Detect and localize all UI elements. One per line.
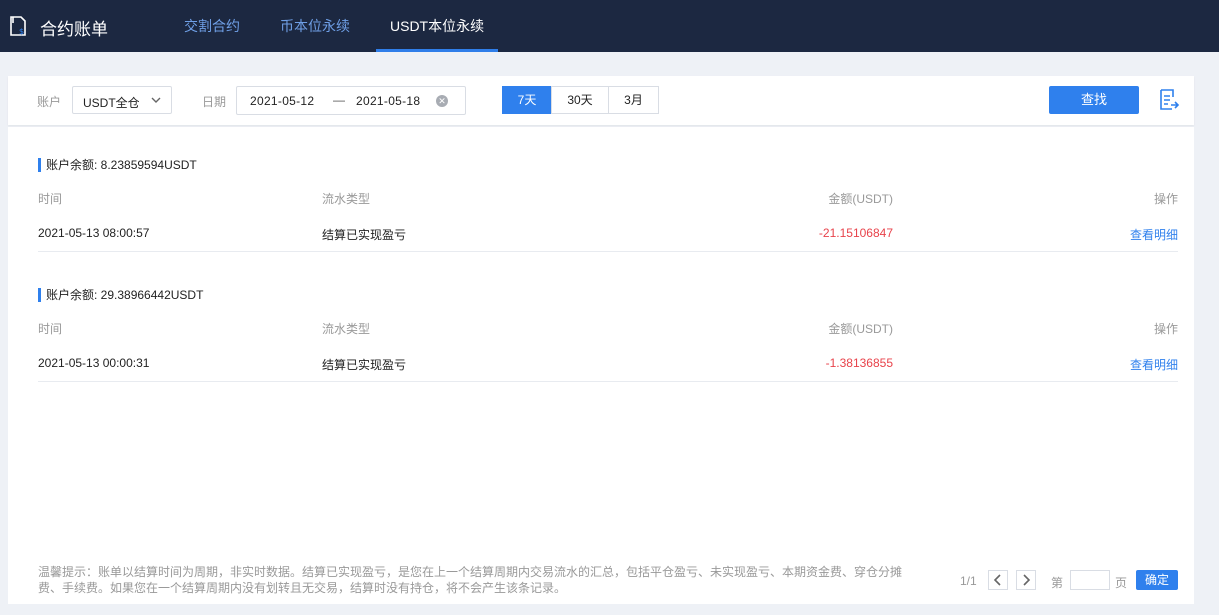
account-select-value: USDT全仓 [83,96,139,110]
row-divider [38,251,1178,252]
account-select[interactable]: USDT全仓 [72,86,172,114]
column-type: 流水类型 [322,192,371,206]
date-end[interactable]: 2021-05-18 [356,94,420,108]
brand: $ 合约账单 [8,14,108,40]
column-time: 时间 [38,192,63,206]
column-type: 流水类型 [322,322,371,336]
next-page-button[interactable] [1016,570,1036,590]
bill-list-panel: 账户余额: 8.23859594USDT 时间 流水类型 金额(USDT) 操作… [8,127,1194,604]
confirm-page-button[interactable]: 确定 [1136,570,1178,590]
date-range-picker[interactable]: 2021-05-12 — 2021-05-18 ✕ [236,86,466,115]
footer-note: 温馨提示：账单以结算时间为周期，非实时数据。结算已实现盈亏，是您在上一个结算周期… [38,565,903,595]
date-separator: — [333,93,345,107]
column-action: 操作 [1153,192,1178,206]
row-time: 2021-05-13 08:00:57 [38,226,150,240]
row-divider [38,381,1178,382]
account-balance: 账户余额: 8.23859594USDT [38,158,197,172]
page-info: 1/1 [960,574,977,588]
chevron-left-icon [993,574,1001,586]
tab-coin-margined-perpetual[interactable]: 币本位永续 [260,0,370,52]
column-time: 时间 [38,322,63,336]
account-label: 账户 [37,95,62,109]
range-30d-button[interactable]: 30天 [551,86,609,114]
nav-tabs: 交割合约 币本位永续 USDT本位永续 [164,0,504,52]
clear-icon[interactable]: ✕ [436,95,448,107]
prev-page-button[interactable] [988,570,1008,590]
row-type: 结算已实现盈亏 [322,358,407,372]
view-detail-link[interactable]: 查看明细 [1078,356,1178,373]
column-amount: 金额(USDT) [828,192,893,206]
svg-text:$: $ [19,27,24,36]
bill-icon: $ [8,15,28,39]
tab-delivery-contract[interactable]: 交割合约 [164,0,260,52]
row-time: 2021-05-13 00:00:31 [38,356,150,370]
row-amount: -1.38136855 [825,356,893,370]
row-type: 结算已实现盈亏 [322,228,407,242]
row-amount: -21.15106847 [818,226,893,240]
range-7d-button[interactable]: 7天 [502,86,552,114]
page-title: 合约账单 [40,19,108,39]
column-action: 操作 [1153,322,1178,336]
page-number-input[interactable] [1070,570,1110,590]
view-detail-link[interactable]: 查看明细 [1078,226,1178,243]
column-amount: 金额(USDT) [828,322,893,336]
tab-usdt-margined-perpetual[interactable]: USDT本位永续 [370,0,504,52]
chevron-right-icon [1023,574,1031,586]
bill-section: 账户余额: 8.23859594USDT 时间 流水类型 金额(USDT) 操作… [38,158,1178,254]
date-start[interactable]: 2021-05-12 [250,94,314,108]
date-label: 日期 [202,95,227,109]
export-icon[interactable] [1158,88,1180,112]
page-suffix: 页 [1115,576,1128,590]
range-3m-button[interactable]: 3月 [608,86,659,114]
account-balance: 账户余额: 29.38966442USDT [38,288,203,302]
search-button[interactable]: 查找 [1049,86,1139,114]
filter-bar: 账户 USDT全仓 日期 2021-05-12 — 2021-05-18 ✕ 7… [8,76,1194,125]
top-navbar: $ 合约账单 交割合约 币本位永续 USDT本位永续 [0,0,1219,52]
chevron-down-icon [151,97,161,103]
bill-section: 账户余额: 29.38966442USDT 时间 流水类型 金额(USDT) 操… [38,288,1178,384]
page-prefix: 第 [1051,576,1064,590]
quick-range-group: 7天 30天 3月 [502,86,659,114]
